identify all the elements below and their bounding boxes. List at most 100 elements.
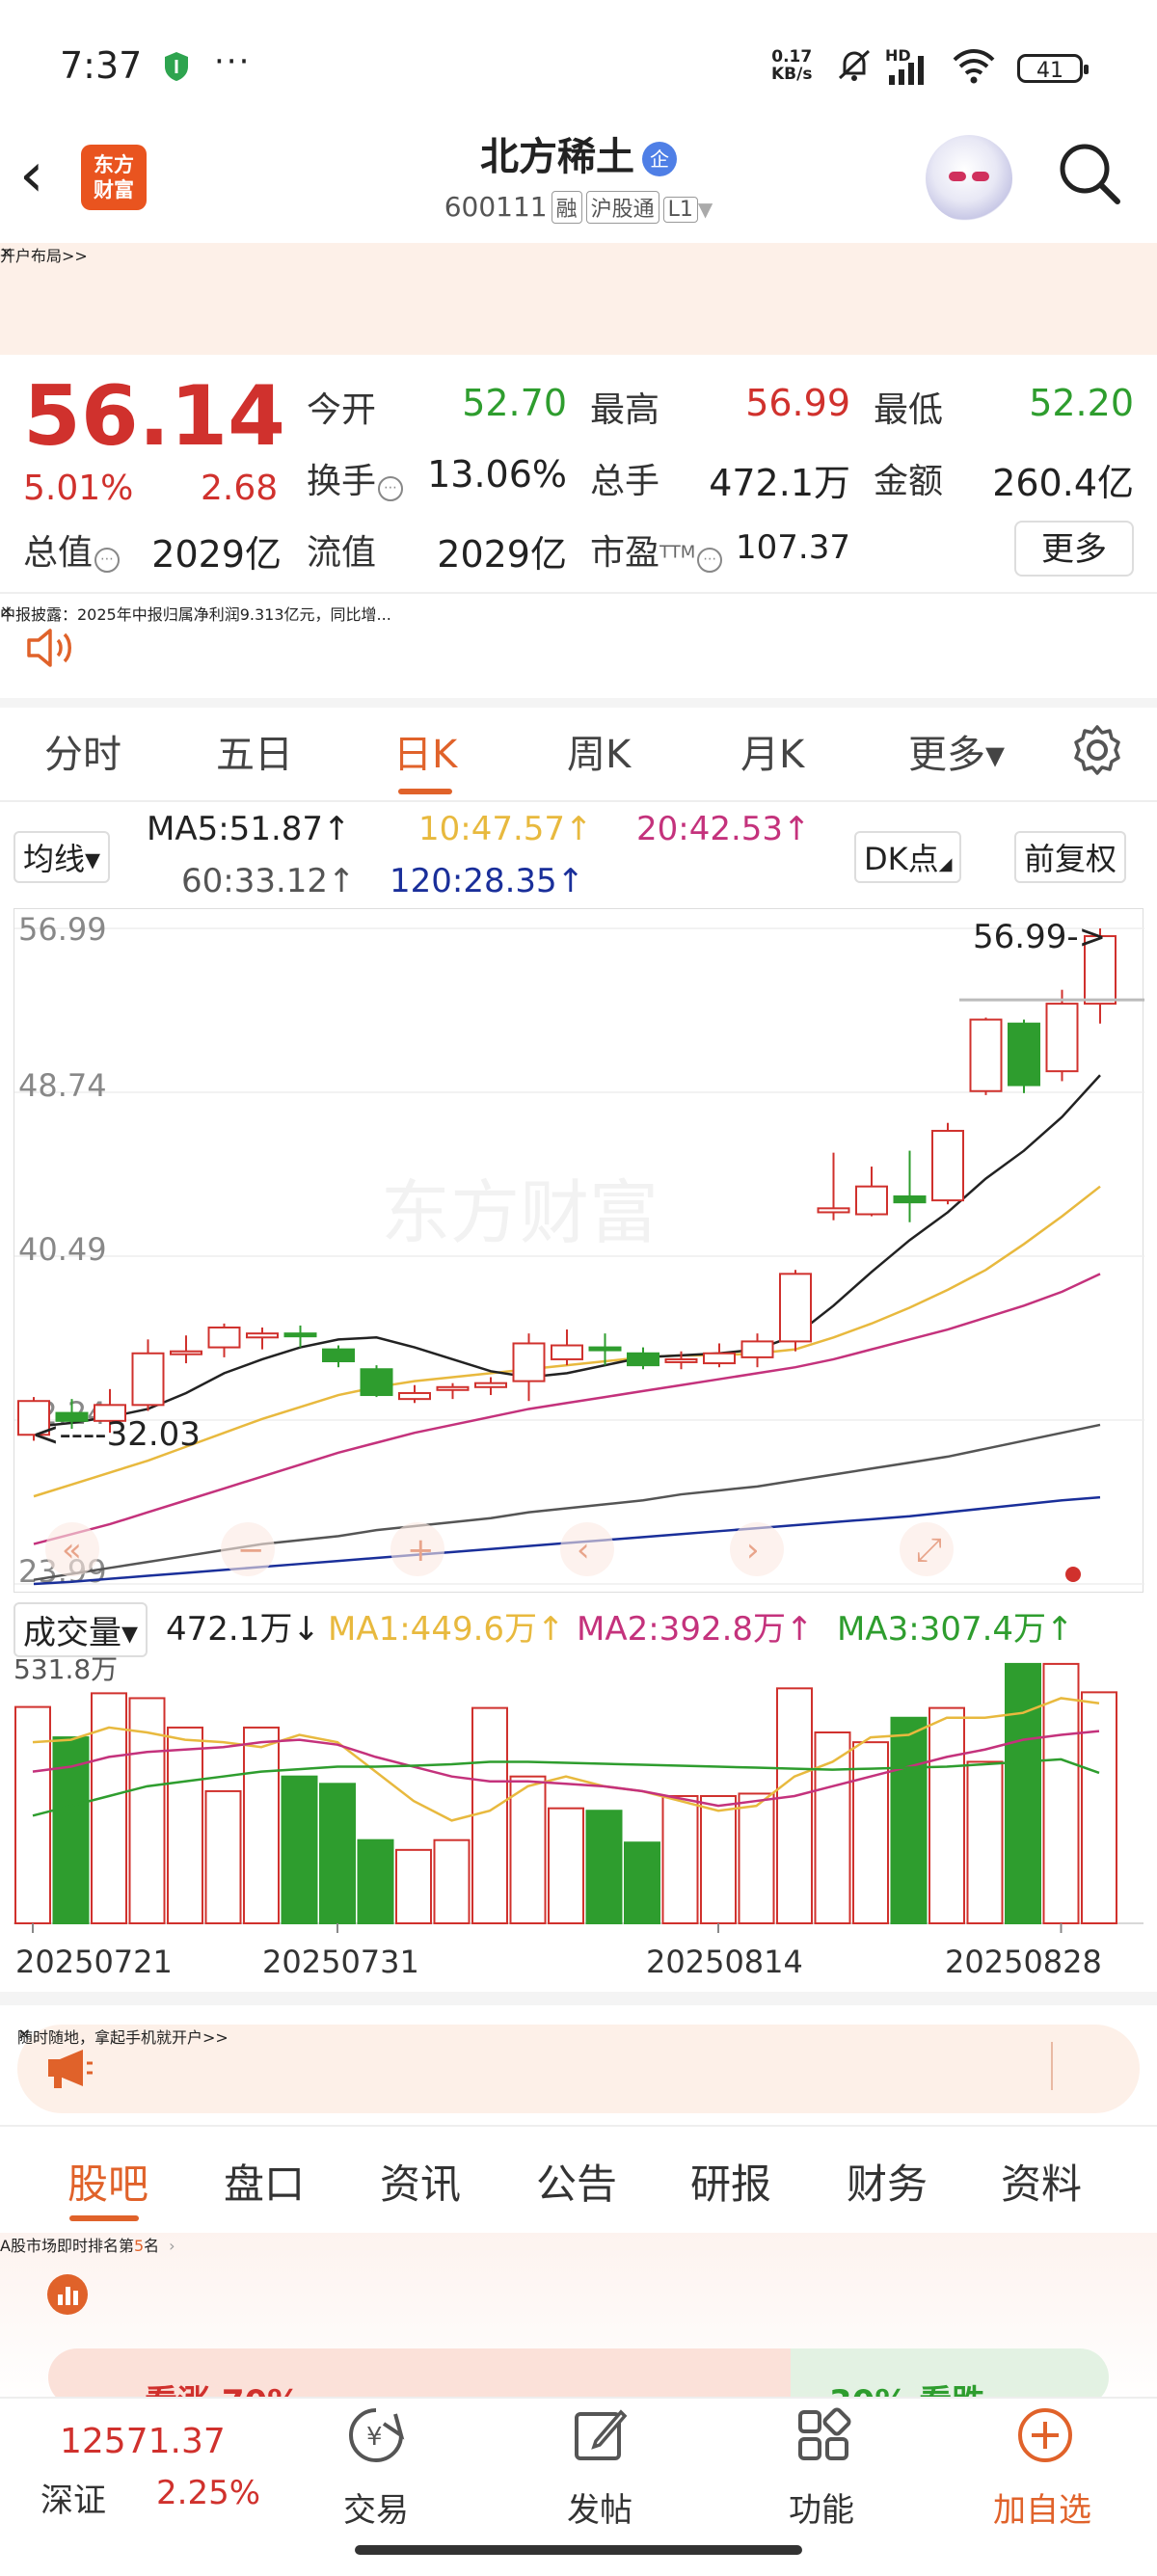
rank-title[interactable]: A股市场即时排名第5名 › (0, 2233, 175, 2256)
close-icon[interactable]: × (0, 243, 13, 261)
battery-icon: 41 (1017, 54, 1089, 83)
volume-bar (776, 1687, 813, 1924)
price-axis-label: 56.99 (18, 911, 107, 948)
index-value[interactable]: 12571.37 (60, 2422, 226, 2461)
mcap-value: 2029亿 (151, 533, 282, 576)
search-icon[interactable] (1056, 140, 1123, 207)
kline-chart[interactable]: 56.9948.7440.4932.2423.99东方财富56.99-><---… (13, 908, 1144, 1593)
candle-body (283, 1332, 317, 1338)
open-label: 今开 (307, 390, 377, 430)
chart-control-icon: − (237, 1531, 265, 1570)
shield-icon (165, 52, 188, 81)
assistant-robot-icon[interactable] (926, 135, 1012, 222)
high-label: 最高 (590, 390, 660, 430)
volume-axis-max: 531.8万 (13, 1653, 119, 1685)
date-label: 20250828 (945, 1944, 1102, 1980)
watermark: 东方财富 (381, 1172, 659, 1253)
more-button[interactable]: 更多 (1014, 521, 1134, 577)
tab-monthly-k[interactable]: 月K (740, 723, 804, 779)
edit-icon[interactable] (569, 2404, 631, 2466)
candle-body (512, 1342, 546, 1382)
kline-svg[interactable]: 56.9948.7440.4932.2423.99东方财富56.99-><---… (14, 909, 1144, 1594)
connect-tag: 沪股通 (585, 191, 659, 224)
tab-timeshare[interactable]: 分时 (44, 723, 121, 779)
volume-chart[interactable] (13, 1653, 1144, 1935)
candle-body (664, 1357, 698, 1363)
ma10-legend: 10:47.57↑ (418, 810, 593, 848)
candle-body (627, 1352, 659, 1367)
gear-icon[interactable] (1070, 723, 1124, 777)
close-icon[interactable]: × (17, 2025, 30, 2043)
trade-icon[interactable]: ¥ (345, 2404, 407, 2466)
megaphone-icon (48, 2050, 93, 2088)
volume-bar (509, 1775, 547, 1924)
candle-body (246, 1332, 279, 1339)
tab-more[interactable]: 更多▾ (908, 723, 1005, 779)
chart-control-icon: + (407, 1531, 435, 1570)
tab-weekly-k[interactable]: 周K (567, 723, 631, 779)
speaker-icon (27, 629, 71, 667)
tab-profile[interactable]: 资料 (1001, 2152, 1082, 2211)
tab-announcements[interactable]: 公告 (536, 2152, 617, 2211)
tab-research[interactable]: 研报 (690, 2152, 771, 2211)
tab-news[interactable]: 资讯 (380, 2152, 461, 2211)
nav-functions[interactable]: 功能 (789, 2483, 854, 2531)
tab-five-day[interactable]: 五日 (216, 723, 293, 779)
vol-ma1-legend: MA1:449.6万↑ (328, 1610, 565, 1649)
volume-bar (661, 1794, 699, 1924)
home-indicator[interactable] (355, 2545, 802, 2555)
nav-add-watchlist[interactable]: 加自选 (993, 2483, 1091, 2531)
price-axis-label: 40.49 (18, 1231, 107, 1268)
volume-svg[interactable] (13, 1653, 1144, 1935)
volume-bar (585, 1810, 623, 1924)
turnover-value: 13.06% (427, 453, 567, 496)
grid-icon[interactable] (793, 2404, 854, 2466)
tab-orderbook[interactable]: 盘口 (224, 2152, 305, 2211)
vol-ma2-legend: MA2:392.8万↑ (577, 1610, 814, 1649)
candle-body (1045, 1003, 1079, 1073)
volume-bar (966, 1760, 1004, 1924)
dropdown-arrow-icon[interactable]: ▼ (698, 198, 713, 221)
divider (0, 592, 1157, 594)
date-label: 20250731 (262, 1944, 419, 1980)
high-annotation: 56.99-> (973, 918, 1106, 956)
index-name[interactable]: 深证 (40, 2474, 106, 2521)
close-icon[interactable]: × (0, 602, 13, 620)
candle-body (131, 1352, 165, 1407)
volume-bar (928, 1706, 965, 1925)
low-label: 最低 (874, 390, 944, 430)
open-account-text[interactable]: 开户布局>> (0, 243, 88, 266)
ma-selector[interactable]: 均线▾ (13, 831, 111, 883)
tab-daily-k[interactable]: 日K (393, 723, 457, 779)
mute-icon (838, 49, 871, 81)
tab-finance[interactable]: 财务 (847, 2152, 928, 2211)
nav-post[interactable]: 发帖 (567, 2483, 632, 2531)
candle-body (322, 1348, 355, 1363)
nav-trade[interactable]: 交易 (343, 2483, 409, 2531)
index-change[interactable]: 2.25% (156, 2474, 260, 2512)
open-account-banner[interactable] (0, 243, 1157, 355)
chart-control-icon: › (746, 1531, 760, 1570)
dk-point-selector[interactable]: DK点◢ (854, 831, 962, 883)
divider (0, 800, 1157, 802)
divider (0, 698, 1157, 708)
volume-bar (167, 1726, 203, 1924)
announcement-text[interactable]: 中报披露：2025年中报归属净利润9.313亿元，同比增... (0, 602, 391, 625)
bar-chart-icon (47, 2274, 88, 2315)
candle-body (360, 1368, 393, 1397)
adjust-selector[interactable]: 前复权 (1014, 831, 1127, 883)
add-watchlist-icon[interactable] (1014, 2404, 1076, 2466)
volume-bar (700, 1794, 737, 1924)
volume-bar (890, 1716, 928, 1924)
volume-bar (357, 1838, 394, 1925)
candle-body (1008, 1022, 1040, 1087)
date-label: 20250721 (15, 1944, 173, 1980)
info-icon: ⋯ (697, 547, 723, 573)
volume-bar (395, 1848, 432, 1924)
chart-control-icon: ‹ (577, 1531, 590, 1570)
mcap-label: 总值 ⋯ (23, 524, 121, 575)
low-annotation: <----32.03 (32, 1415, 201, 1454)
promo-text[interactable]: 随时随地，拿起手机就开户>> (17, 2025, 229, 2048)
high-value: 56.99 (745, 382, 850, 424)
tab-forum[interactable]: 股吧 (67, 2152, 148, 2211)
